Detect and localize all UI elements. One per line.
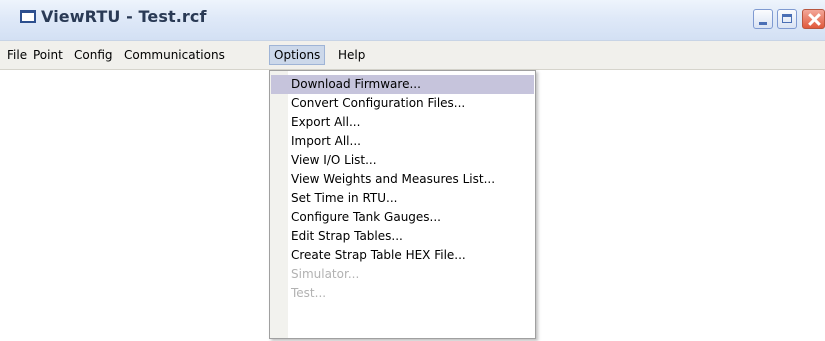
menu-item-export-all[interactable]: Export All... <box>271 113 534 132</box>
app-window: ViewRTU - Test.rcf File Point Config Com… <box>0 0 825 341</box>
menu-communications[interactable]: Communications <box>120 45 229 65</box>
title-bar[interactable]: ViewRTU - Test.rcf <box>0 0 825 41</box>
menu-help[interactable]: Help <box>334 45 369 65</box>
menu-config[interactable]: Config <box>70 45 117 65</box>
maximize-icon[interactable] <box>777 9 797 29</box>
menu-item-import-all[interactable]: Import All... <box>271 132 534 151</box>
menu-options[interactable]: Options <box>269 45 326 65</box>
window-title: ViewRTU - Test.rcf <box>41 7 207 26</box>
menu-item-download-firmware[interactable]: Download Firmware... <box>271 75 534 94</box>
menu-item-convert-configuration-files[interactable]: Convert Configuration Files... <box>271 94 534 113</box>
menu-item-test: Test... <box>291 286 327 300</box>
menu-item-edit-strap-tables[interactable]: Edit Strap Tables... <box>271 227 534 246</box>
menu-file[interactable]: File <box>3 45 31 65</box>
window-icon <box>20 10 36 23</box>
menu-item-simulator: Simulator... <box>291 267 360 281</box>
menu-item-configure-tank-gauges[interactable]: Configure Tank Gauges... <box>271 208 534 227</box>
menu-item-create-strap-table-hex-file[interactable]: Create Strap Table HEX File... <box>271 246 534 265</box>
menu-item-view-weights-measures-list[interactable]: View Weights and Measures List... <box>271 170 534 189</box>
menu-bar: File Point Config Communications Options… <box>0 41 825 70</box>
menu-item-set-time-in-rtu[interactable]: Set Time in RTU... <box>271 189 534 208</box>
menu-point[interactable]: Point <box>29 45 67 65</box>
minimize-icon[interactable] <box>753 9 773 29</box>
close-icon[interactable] <box>802 9 825 29</box>
options-dropdown-menu: Download Firmware... Convert Configurati… <box>269 70 536 339</box>
menu-item-view-io-list[interactable]: View I/O List... <box>271 151 534 170</box>
